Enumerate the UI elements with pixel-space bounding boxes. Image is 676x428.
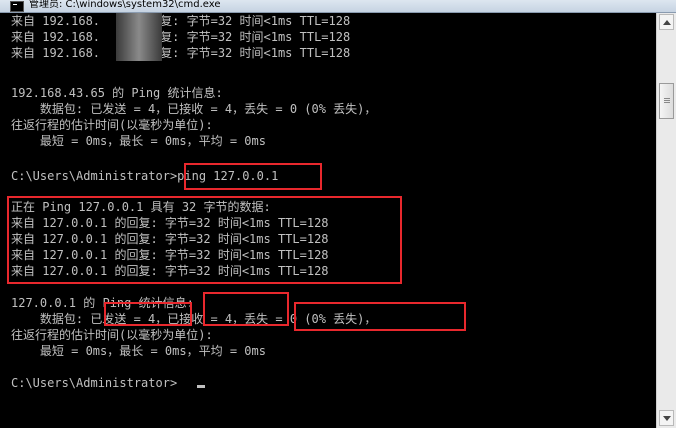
console-output[interactable]: 来自 192.168. 的回复: 字节=32 时间<1ms TTL=128 来自… xyxy=(0,13,656,428)
ip-redaction xyxy=(116,13,162,29)
scroll-down-button[interactable] xyxy=(659,410,674,426)
console-line: 来自 192.168. 的回复: 字节=32 时间<1ms TTL=128 xyxy=(11,46,351,60)
highlight-sent-count xyxy=(104,302,192,326)
text-cursor xyxy=(197,385,205,388)
cmd-icon xyxy=(10,1,24,12)
vertical-scrollbar[interactable] xyxy=(656,13,676,428)
scroll-up-button[interactable] xyxy=(659,14,674,30)
arrow-down-icon xyxy=(663,416,671,421)
ip-redaction xyxy=(116,45,162,61)
highlight-ping-replies xyxy=(7,196,402,284)
console-line: 往返行程的估计时间(以毫秒为单位): xyxy=(11,118,213,132)
console-line: 来自 192.168. 的回复: 字节=32 时间<1ms TTL=128 xyxy=(11,14,351,28)
console-line: 来自 192.168. 的回复: 字节=32 时间<1ms TTL=128 xyxy=(11,30,351,44)
console-line: 往返行程的估计时间(以毫秒为单位): xyxy=(11,328,213,342)
highlight-ping-command xyxy=(184,163,322,190)
arrow-up-icon xyxy=(663,20,671,25)
ip-redaction xyxy=(116,29,162,45)
console-line: 最短 = 0ms，最长 = 0ms，平均 = 0ms xyxy=(11,344,266,358)
console-line: 最短 = 0ms，最长 = 0ms，平均 = 0ms xyxy=(11,134,266,148)
console-line: C:\Users\Administrator> xyxy=(11,376,178,390)
title-bar[interactable]: 管理员: C:\windows\system32\cmd.exe xyxy=(0,0,676,13)
console-line: 192.168.43.65 的 Ping 统计信息: xyxy=(11,86,223,100)
highlight-received-count xyxy=(203,292,289,326)
grip-icon xyxy=(664,98,670,99)
window-title: 管理员: C:\windows\system32\cmd.exe xyxy=(29,0,221,10)
highlight-loss xyxy=(294,302,466,331)
scroll-thumb[interactable] xyxy=(659,83,674,119)
console-line: 数据包: 已发送 = 4，已接收 = 4，丢失 = 0 (0% 丢失)， xyxy=(11,102,377,116)
